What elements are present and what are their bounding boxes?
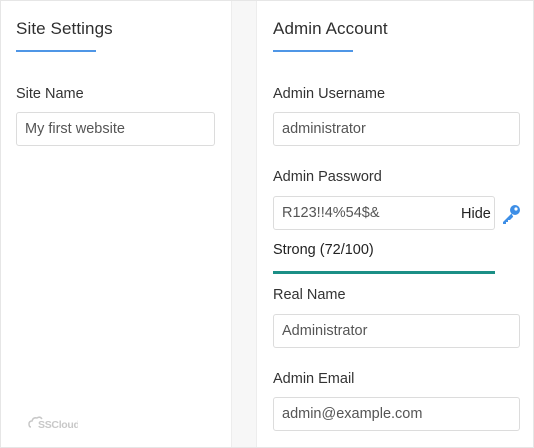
sscloud-logo-text: SSCloud [38, 419, 78, 431]
site-settings-section: Site Settings Site Name SSCloud [1, 1, 231, 447]
sscloud-logo: SSCloud [28, 415, 80, 434]
admin-username-label: Admin Username [273, 86, 386, 102]
site-settings-title: Site Settings [16, 19, 113, 38]
password-hide-toggle[interactable]: Hide [461, 206, 491, 222]
column-divider [231, 1, 257, 447]
password-strength-text: Strong (72/100) [273, 242, 374, 258]
admin-account-title: Admin Account [273, 19, 388, 38]
admin-account-title-underline [273, 50, 353, 52]
admin-password-label: Admin Password [273, 169, 382, 185]
admin-email-input[interactable] [273, 397, 520, 431]
key-icon[interactable] [500, 203, 522, 230]
password-strength-bar [273, 271, 495, 274]
site-settings-title-underline [16, 50, 96, 52]
admin-email-label: Admin Email [273, 371, 355, 387]
real-name-label: Real Name [273, 287, 346, 303]
site-name-label: Site Name [16, 86, 84, 102]
sscloud-logo-icon: SSCloud [28, 416, 80, 431]
admin-username-input[interactable] [273, 112, 520, 146]
real-name-input[interactable] [273, 314, 520, 348]
installer-panel: Site Settings Site Name SSCloud Admin Ac… [0, 0, 534, 448]
site-name-input[interactable] [16, 112, 215, 146]
admin-account-section: Admin Account Admin Username Admin Passw… [258, 1, 534, 447]
